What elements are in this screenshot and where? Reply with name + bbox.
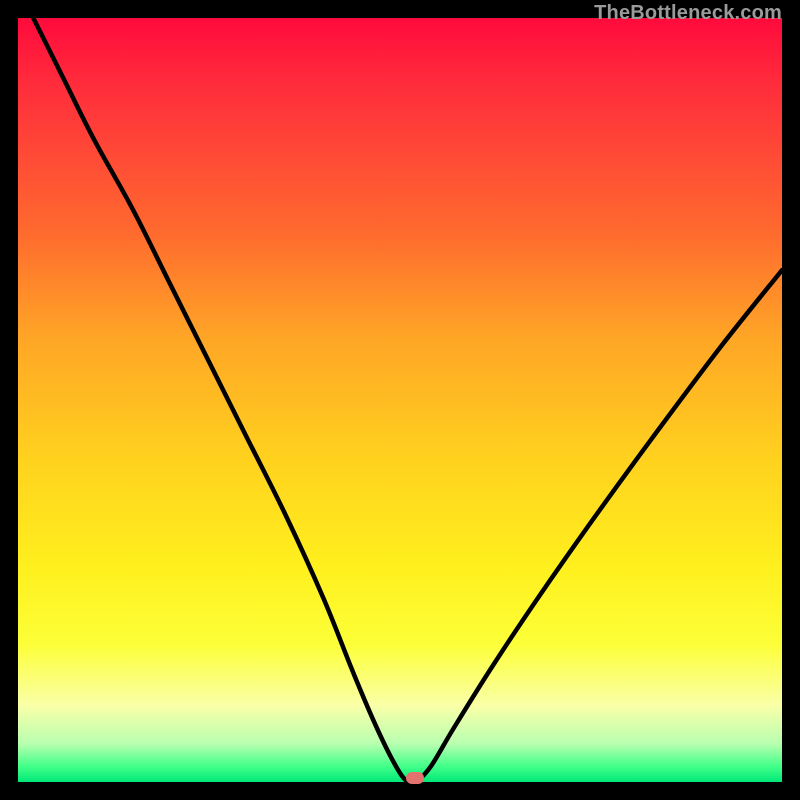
watermark-text: TheBottleneck.com xyxy=(594,2,782,25)
bottleneck-curve xyxy=(18,18,782,782)
optimal-point-marker xyxy=(406,772,424,784)
chart-frame: TheBottleneck.com xyxy=(0,0,800,800)
chart-plot-area xyxy=(18,18,782,782)
